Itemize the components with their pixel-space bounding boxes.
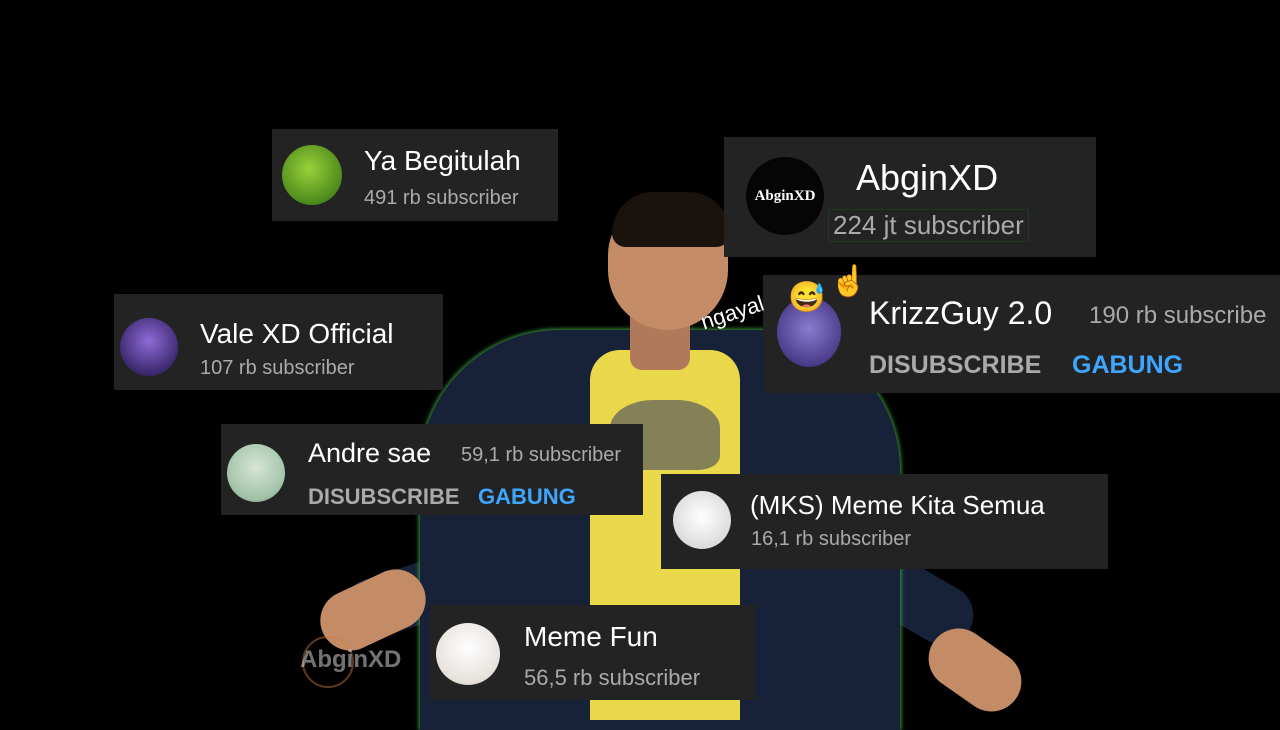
channel-card-vale-xd[interactable]: Vale XD Official 107 rb subscriber: [114, 294, 443, 390]
channel-name: (MKS) Meme Kita Semua: [750, 490, 1045, 520]
thumbnail-canvas: Ya Begitulah 491 rb subscriber AbginXD A…: [0, 0, 1280, 730]
channel-card-meme-fun[interactable]: Meme Fun 56,5 rb subscriber: [430, 605, 755, 700]
channel-name: Ya Begitulah: [364, 145, 521, 176]
channel-name: KrizzGuy 2.0: [869, 295, 1053, 331]
subscriber-count: 107 rb subscriber: [200, 357, 355, 379]
channel-name: Meme Fun: [524, 621, 658, 652]
unsubscribe-button[interactable]: DISUBSCRIBE: [308, 484, 460, 510]
channel-avatar: [120, 318, 178, 376]
avatar-logo-text: AbginXD: [754, 187, 816, 204]
hair: [612, 192, 730, 247]
channel-avatar: AbginXD: [746, 157, 824, 235]
channel-avatar: [436, 623, 500, 685]
channel-name: Andre sae: [308, 438, 432, 468]
subscriber-count: 190 rb subscribe: [1089, 302, 1267, 329]
unsubscribe-button[interactable]: DISUBSCRIBE: [869, 351, 1041, 380]
join-button[interactable]: GABUNG: [1072, 351, 1183, 380]
channel-card-ya-begitulah[interactable]: Ya Begitulah 491 rb subscriber: [272, 129, 558, 221]
pointing-up-emoji-icon: ☝: [830, 265, 868, 298]
watermark-logo: AbginXD: [300, 646, 402, 673]
channel-card-mks[interactable]: (MKS) Meme Kita Semua 16,1 rb subscriber: [661, 474, 1108, 569]
subscriber-count: 224 jt subscriber: [828, 209, 1029, 242]
channel-card-abginxd[interactable]: AbginXD AbginXD 224 jt subscriber: [724, 137, 1096, 257]
channel-card-andre-sae[interactable]: Andre sae 59,1 rb subscriber DISUBSCRIBE…: [221, 424, 643, 515]
channel-name: Vale XD Official: [200, 318, 394, 349]
join-button[interactable]: GABUNG: [478, 484, 576, 510]
channel-avatar: [227, 444, 285, 502]
subscriber-count: 59,1 rb subscriber: [461, 444, 622, 466]
channel-avatar: [282, 145, 342, 205]
subscriber-count: 491 rb subscriber: [364, 187, 519, 209]
subscriber-count: 56,5 rb subscriber: [524, 665, 701, 690]
channel-name: AbginXD: [856, 157, 999, 198]
channel-avatar: [673, 491, 731, 549]
subscriber-count: 16,1 rb subscriber: [751, 528, 912, 550]
sweat-smile-emoji-icon: 😅: [788, 281, 826, 314]
